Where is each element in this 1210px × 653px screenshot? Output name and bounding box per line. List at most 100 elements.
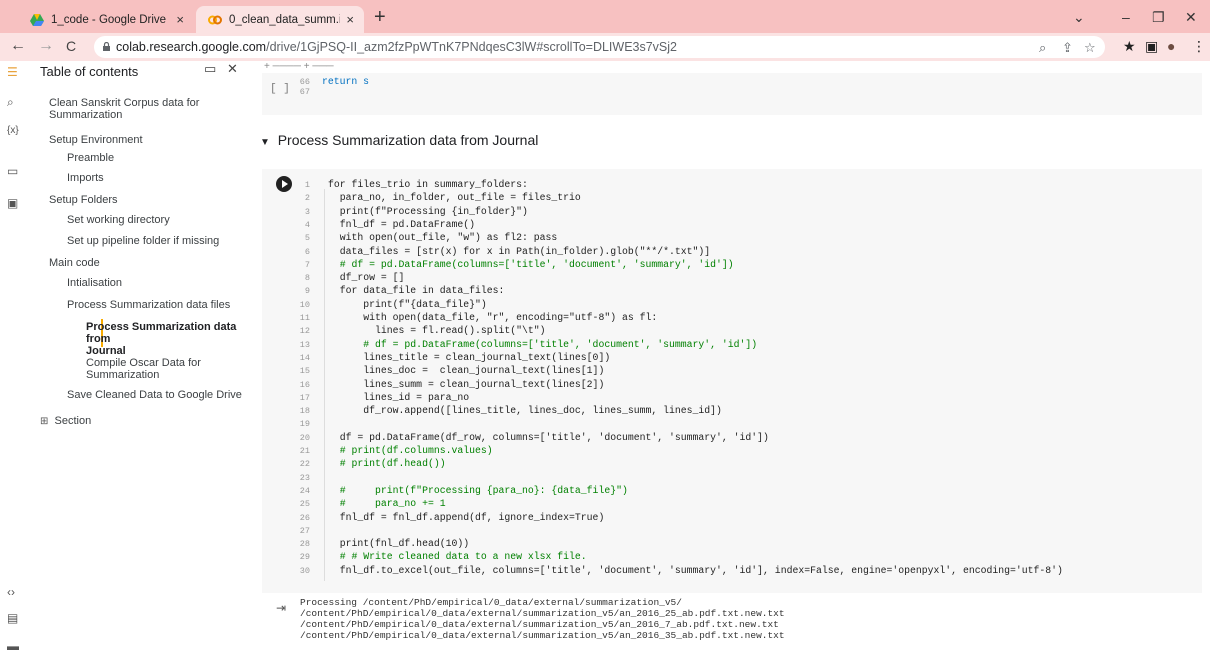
close-tab-icon[interactable]: × bbox=[176, 12, 184, 27]
heading-text: Process Summarization data from Journal bbox=[277, 132, 539, 148]
toc-item[interactable]: Clean Sanskrit Corpus data for Summarizat… bbox=[49, 97, 199, 121]
output-icon[interactable]: ⇥ bbox=[276, 601, 286, 615]
toc-window-icon[interactable]: ▭ bbox=[204, 61, 216, 77]
toc-item-label: Section bbox=[54, 415, 92, 427]
line-number: 28 bbox=[299, 539, 310, 550]
toc-item[interactable]: Save Cleaned Data to Google Drive bbox=[67, 389, 242, 401]
table-of-contents-panel: Table of contents ▭ ✕ Clean Sanskrit Cor… bbox=[28, 61, 254, 653]
toc-item[interactable]: Imports bbox=[67, 172, 104, 184]
toc-item[interactable]: Preamble bbox=[67, 152, 114, 164]
toc-item[interactable]: Main code bbox=[49, 257, 100, 269]
toc-item-label: Clean Sanskrit Corpus data for bbox=[49, 97, 200, 109]
forward-button[interactable]: → bbox=[38, 37, 54, 55]
code-snippets-icon[interactable]: ‹› bbox=[7, 585, 15, 599]
code-cell[interactable]: [ ] 66 return s 67 bbox=[262, 73, 1202, 115]
variables-icon[interactable]: {x} bbox=[7, 125, 19, 136]
toc-item-label: Summarization bbox=[86, 369, 160, 381]
toc-title: Table of contents bbox=[40, 64, 139, 79]
run-cell-button[interactable] bbox=[276, 176, 292, 192]
line-number: 8 bbox=[304, 273, 310, 284]
code-line: # df = pd.DataFrame(columns=['title', 'd… bbox=[328, 258, 734, 270]
code-line: # # Write cleaned data to a new xlsx fil… bbox=[328, 551, 587, 563]
profile-avatar[interactable]: ● bbox=[1167, 38, 1175, 54]
bookmark-star-icon[interactable]: ☆ bbox=[1084, 40, 1096, 56]
zoom-icon[interactable]: ⌕ bbox=[1039, 40, 1046, 56]
toc-item[interactable]: Setup Folders bbox=[49, 194, 117, 206]
maximize-button[interactable]: ❐ bbox=[1152, 9, 1165, 26]
code-line: # print(df.head()) bbox=[328, 458, 446, 470]
code-line: df = pd.DataFrame(df_row, columns=['titl… bbox=[328, 431, 769, 443]
toc-item[interactable]: Process Summarization data files bbox=[67, 299, 230, 311]
tab-search-icon[interactable]: ⌄ bbox=[1073, 9, 1085, 26]
browser-menu-icon[interactable]: ⋮ bbox=[1192, 38, 1206, 55]
address-toolbar: ← → C colab.research.google.com/drive/1G… bbox=[0, 33, 1210, 61]
code-line: lines_summ = clean_journal_text(lines[2]… bbox=[328, 378, 605, 390]
files-icon[interactable]: ▭ bbox=[7, 164, 18, 178]
section-heading[interactable]: ▼ Process Summarization data from Journa… bbox=[260, 132, 538, 148]
tab-colab-notebook[interactable]: 0_clean_data_summ.ipynb - Cola × bbox=[196, 6, 364, 33]
toc-item[interactable]: Compile Oscar Data for Summarization bbox=[86, 357, 201, 381]
minimize-button[interactable]: – bbox=[1122, 9, 1130, 25]
collapse-chevron-icon[interactable]: ▼ bbox=[260, 137, 270, 148]
line-number: 15 bbox=[299, 366, 310, 377]
toc-item-active[interactable]: Process Summarization data from Journal bbox=[86, 321, 254, 357]
code-cell-journal[interactable]: 1 for files_trio in summary_folders: 2 par… bbox=[262, 169, 1202, 593]
line-number: 6 bbox=[304, 246, 310, 257]
code-line: # print(df.columns.values) bbox=[328, 445, 493, 456]
line-number: 18 bbox=[299, 406, 310, 417]
line-number: 13 bbox=[299, 339, 310, 350]
line-number: 21 bbox=[299, 446, 310, 456]
code-line: lines_doc = clean_journal_text(lines[1]) bbox=[328, 365, 605, 377]
output-line: /content/PhD/empirical/0_data/external/s… bbox=[300, 630, 785, 641]
reload-button[interactable]: C bbox=[66, 38, 76, 54]
toc-item-section[interactable]: ⊞ Section bbox=[40, 415, 91, 428]
notebook-main: + ──── + ─── [ ] 66 return s 67 ▼ Proces… bbox=[254, 61, 1210, 653]
search-icon[interactable]: ⌕ bbox=[7, 95, 14, 110]
code-line: print(fnl_df.head(10)) bbox=[328, 538, 470, 550]
code-line: # para_no += 1 bbox=[328, 498, 446, 510]
code-line: with open(data_file, "r", encoding="utf-… bbox=[328, 312, 658, 323]
toc-item[interactable]: Set working directory bbox=[67, 214, 170, 226]
url-text: colab.research.google.com/drive/1GjPSQ-I… bbox=[116, 40, 677, 54]
code-line: for data_file in data_files: bbox=[328, 285, 505, 297]
toc-item-label: Journal bbox=[86, 345, 126, 357]
line-number: 30 bbox=[299, 565, 310, 576]
side-panel-icon[interactable]: ▣ bbox=[1145, 38, 1158, 55]
toc-item-label: Process Summarization data from bbox=[86, 321, 237, 345]
line-number: 20 bbox=[299, 432, 310, 443]
line-number: 2 bbox=[304, 193, 310, 204]
line-number: 10 bbox=[299, 299, 310, 310]
code-line: fnl_df.to_excel(out_file, columns=['titl… bbox=[328, 564, 1063, 576]
back-button[interactable]: ← bbox=[10, 37, 26, 55]
colab-icon bbox=[208, 15, 222, 24]
code-line: df_row = [] bbox=[328, 272, 405, 284]
line-number: 5 bbox=[304, 233, 310, 244]
toc-item[interactable]: Setup Environment bbox=[49, 134, 143, 146]
code-line: print(f"Processing {in_folder}") bbox=[328, 205, 528, 217]
url-bar[interactable]: colab.research.google.com/drive/1GjPSQ-I… bbox=[94, 36, 1105, 58]
line-number: 9 bbox=[304, 286, 310, 297]
line-number: 66 bbox=[299, 77, 310, 87]
toc-item[interactable]: Intialisation bbox=[67, 277, 122, 289]
line-number: 16 bbox=[299, 379, 310, 390]
line-number: 22 bbox=[299, 459, 310, 470]
share-icon[interactable]: ⇪ bbox=[1062, 40, 1073, 56]
code-line: lines_id = para_no bbox=[328, 391, 470, 403]
output-line: /content/PhD/empirical/0_data/external/s… bbox=[300, 619, 779, 630]
close-panel-icon[interactable]: ✕ bbox=[227, 61, 238, 77]
terminal-icon[interactable]: ▬ bbox=[7, 639, 19, 653]
close-tab-icon[interactable]: × bbox=[346, 12, 354, 27]
table-of-contents-icon[interactable]: ☰ bbox=[7, 65, 18, 79]
browser-tab-bar: 1_code - Google Drive × 0_clean_data_sum… bbox=[0, 0, 1210, 33]
code-line: # print(f"Processing {para_no}: {data_fi… bbox=[328, 484, 628, 496]
tab-google-drive[interactable]: 1_code - Google Drive × bbox=[18, 6, 194, 33]
extensions-icon[interactable]: ★ bbox=[1123, 38, 1136, 55]
cell-output: ⇥ Processing /content/PhD/empirical/0_da… bbox=[262, 595, 1202, 653]
code-line: lines = fl.read().split("\t") bbox=[328, 325, 546, 337]
new-tab-button[interactable]: + bbox=[374, 6, 386, 28]
secrets-icon[interactable]: ▣ bbox=[7, 196, 18, 210]
command-palette-icon[interactable]: ▤ bbox=[7, 611, 18, 625]
toc-item[interactable]: Set up pipeline folder if missing bbox=[67, 235, 219, 247]
run-cell-button[interactable]: [ ] bbox=[270, 83, 290, 95]
close-window-button[interactable]: ✕ bbox=[1185, 9, 1197, 26]
